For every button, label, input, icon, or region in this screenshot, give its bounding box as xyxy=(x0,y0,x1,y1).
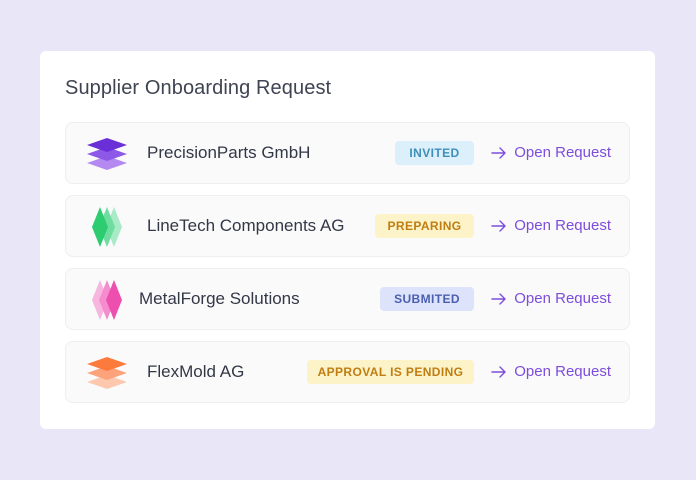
supplier-name: PrecisionParts GmbH xyxy=(147,143,311,162)
open-request-label: Open Request xyxy=(514,363,611,380)
card-title: Supplier Onboarding Request xyxy=(65,77,332,99)
layered-stack-icon xyxy=(85,134,129,174)
arrow-right-icon xyxy=(491,219,506,232)
diamond-stack-icon xyxy=(88,207,132,247)
supplier-row: LineTech Components AG PREPARING Open Re… xyxy=(65,195,630,257)
arrow-right-icon xyxy=(491,146,506,159)
status-badge: INVITED xyxy=(395,141,474,165)
open-request-link[interactable]: Open Request xyxy=(491,217,611,234)
supplier-row: PrecisionParts GmbH INVITED Open Request xyxy=(65,122,630,184)
arrow-right-icon xyxy=(491,365,506,378)
layered-stack-icon xyxy=(85,353,129,393)
status-badge: SUBMITED xyxy=(380,287,474,311)
open-request-label: Open Request xyxy=(514,144,611,161)
supplier-onboarding-card: Supplier Onboarding Request PrecisionPar… xyxy=(40,51,655,429)
supplier-name: LineTech Components AG xyxy=(147,216,345,235)
supplier-row: FlexMold AG APPROVAL IS PENDING Open Req… xyxy=(65,341,630,403)
status-badge: PREPARING xyxy=(375,214,474,238)
status-badge: APPROVAL IS PENDING xyxy=(307,360,474,384)
open-request-link[interactable]: Open Request xyxy=(491,363,611,380)
supplier-name: FlexMold AG xyxy=(147,362,245,381)
open-request-label: Open Request xyxy=(514,290,611,307)
open-request-link[interactable]: Open Request xyxy=(491,144,611,161)
supplier-row: MetalForge Solutions SUBMITED Open Reque… xyxy=(65,268,630,330)
arrow-right-icon xyxy=(491,292,506,305)
open-request-label: Open Request xyxy=(514,217,611,234)
supplier-name: MetalForge Solutions xyxy=(139,289,300,308)
open-request-link[interactable]: Open Request xyxy=(491,290,611,307)
diamond-stack-icon xyxy=(88,280,132,320)
